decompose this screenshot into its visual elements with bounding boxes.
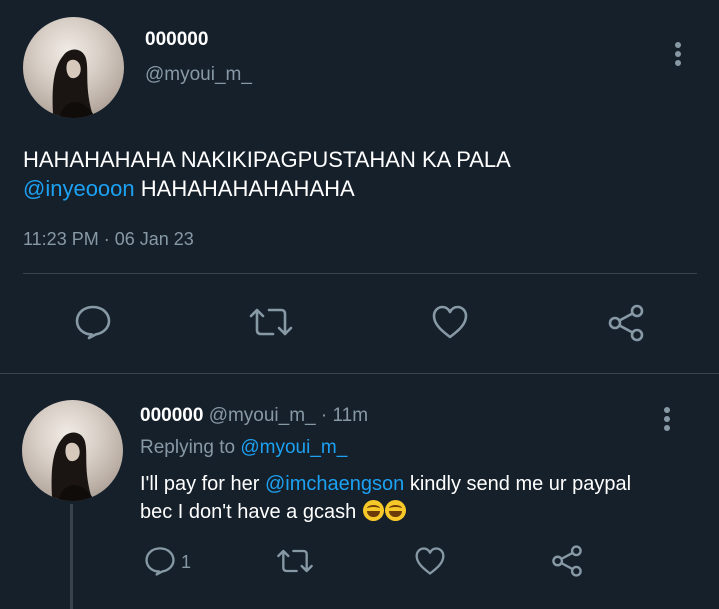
main-avatar[interactable] bbox=[23, 17, 124, 118]
replying-to-handle[interactable]: @myoui_m_ bbox=[240, 437, 347, 458]
heart-icon[interactable] bbox=[431, 304, 469, 340]
reply-age[interactable]: 11m bbox=[333, 405, 369, 426]
main-divider bbox=[23, 273, 697, 274]
retweet-icon[interactable] bbox=[247, 306, 295, 338]
reply-more-options-icon[interactable] bbox=[660, 405, 674, 435]
reply-share-icon[interactable] bbox=[550, 544, 584, 578]
main-display-name[interactable]: 000000 bbox=[145, 29, 208, 51]
main-tweet-text-part2: HAHAHAHAHAHAHA bbox=[134, 176, 355, 201]
main-handle[interactable]: @myoui_m_ bbox=[145, 64, 252, 86]
reply-icon[interactable] bbox=[74, 304, 112, 340]
main-tweet-text-part1: HAHAHAHAHA NAKIKIPAGPUSTAHAN KA PALA bbox=[23, 147, 511, 172]
mention-link[interactable]: @inyeooon bbox=[23, 176, 135, 201]
reply-display-name[interactable]: 000000 bbox=[140, 405, 203, 426]
reply-header: 000000 @myoui_m_ · 11m bbox=[140, 405, 368, 427]
reply-handle[interactable]: @myoui_m_ bbox=[209, 405, 316, 426]
thread-connector-line bbox=[70, 504, 73, 609]
main-timestamp[interactable]: 11:23 PM · 06 Jan 23 bbox=[23, 229, 194, 250]
main-tweet-text: HAHAHAHAHA NAKIKIPAGPUSTAHAN KA PALA @in… bbox=[23, 145, 693, 203]
laughing-tears-emoji-icon bbox=[384, 500, 406, 521]
more-options-icon[interactable] bbox=[671, 40, 685, 70]
reply-heart-icon[interactable] bbox=[414, 546, 446, 576]
reply-count: 1 bbox=[181, 552, 192, 572]
reply-separator: · bbox=[315, 405, 333, 426]
reply-text-part1: I'll pay for her bbox=[140, 473, 265, 495]
avatar-photo bbox=[52, 49, 96, 118]
reply-tweet-text: I'll pay for her @imchaengson kindly sen… bbox=[140, 470, 660, 526]
reply-avatar[interactable] bbox=[22, 400, 123, 501]
reply-reply-icon[interactable] bbox=[144, 545, 176, 577]
laughing-tears-emoji-icon bbox=[362, 500, 384, 521]
reply-retweet-icon[interactable] bbox=[275, 547, 315, 575]
share-icon[interactable] bbox=[606, 303, 646, 343]
replying-to-label: Replying to bbox=[140, 437, 241, 458]
reply-mention-link[interactable]: @imchaengson bbox=[265, 473, 404, 495]
avatar-photo bbox=[51, 432, 95, 501]
section-divider bbox=[0, 373, 719, 374]
replying-to-line: Replying to @myoui_m_ bbox=[140, 437, 347, 459]
